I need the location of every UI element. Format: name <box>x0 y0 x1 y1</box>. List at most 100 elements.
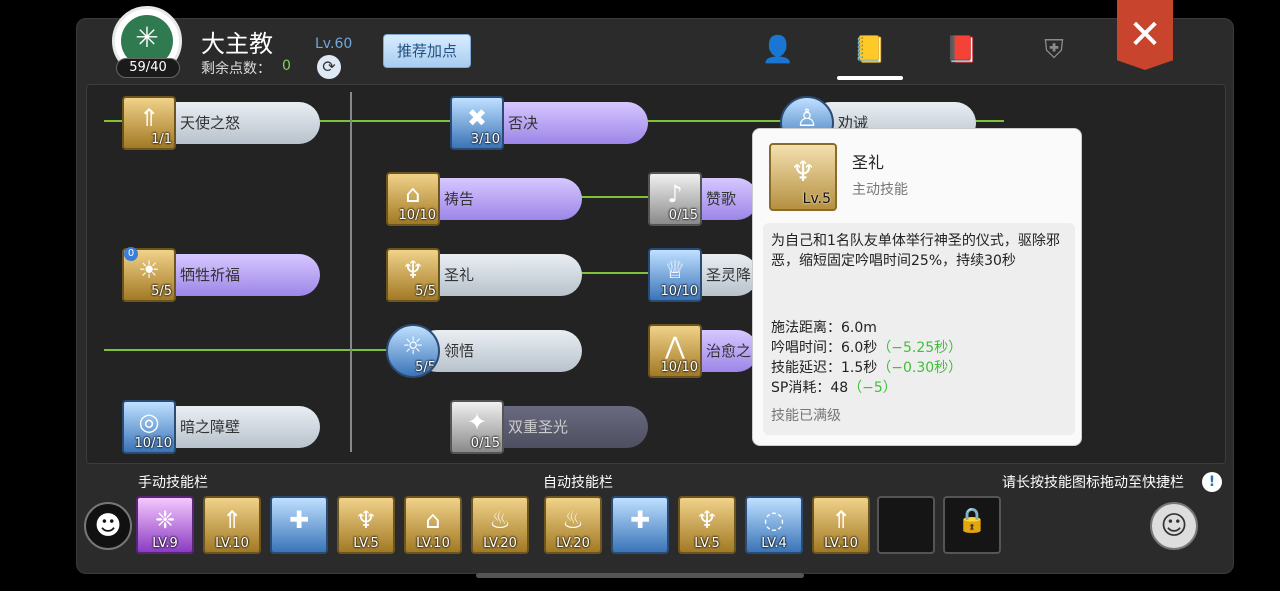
manual-cat-icon[interactable]: ☻ <box>84 502 132 550</box>
skill-count: 0/15 <box>668 208 698 223</box>
sacrament-icon: ♆ <box>402 256 424 284</box>
halo-icon: ◌ <box>763 506 785 534</box>
skill-count: 0/15 <box>470 436 500 451</box>
emblem-icon: ✳ <box>135 21 159 54</box>
skill-label: 牺牲祈福 <box>152 254 320 296</box>
skill-node[interactable]: 祷告 ⌂ 10/10 <box>386 172 586 226</box>
skill-node[interactable]: 牺牲祈福 ☀ 5/5 <box>122 248 322 302</box>
sacrament-icon: ♆ <box>355 506 377 534</box>
skill-count: 5/5 <box>415 360 436 375</box>
sacrament-icon: ♆ <box>790 155 816 188</box>
auto-slot[interactable]: ⇑ LV.10 <box>812 496 870 554</box>
skill-node[interactable]: 圣礼 ♆ 5/5 <box>386 248 586 302</box>
skill-count: 3/10 <box>470 132 500 147</box>
wings-icon: ❈ <box>154 506 176 534</box>
double-holy-light-icon: ✦ <box>466 408 488 436</box>
tooltip-skill-name: 圣礼 <box>852 153 885 172</box>
skill-count: 10/10 <box>398 208 436 223</box>
skill-count: 5/5 <box>151 284 172 299</box>
skill-node[interactable]: 天使之怒 ⇑ 1/1 <box>122 96 322 150</box>
holy-cross-icon: ✚ <box>288 506 310 534</box>
scrollbar[interactable] <box>476 573 804 578</box>
tooltip-skill-level: Lv.5 <box>802 191 831 207</box>
active-tab-indicator <box>837 76 903 80</box>
tooltip-skill-icon: ♆ Lv.5 <box>769 143 837 211</box>
tree-divider <box>350 92 352 452</box>
holy-descent-icon: ♕ <box>664 256 686 284</box>
skill-badge: 0 <box>124 247 138 261</box>
prayer-icon: ⌂ <box>405 180 421 208</box>
empty-slot[interactable] <box>877 496 935 554</box>
angel-wrath-icon: ⇑ <box>221 506 243 534</box>
auto-slot[interactable]: ♆ LV.5 <box>678 496 736 554</box>
manual-slot[interactable]: ⇑ LV.10 <box>203 496 261 554</box>
skill-count: 10/10 <box>134 436 172 451</box>
manual-slot[interactable]: ♆ LV.5 <box>337 496 395 554</box>
sacrament-icon: ♆ <box>696 506 718 534</box>
drag-hint-text: 请长按技能图标拖动至快捷栏 <box>1002 475 1184 491</box>
skill-node[interactable]: 双重圣光 ✦ 0/15 <box>450 400 650 454</box>
skill-tooltip: ♆ Lv.5 圣礼 主动技能 为自己和1名队友单体举行神圣的仪式，驱除邪恶，缩短… <box>752 128 1082 446</box>
tooltip-stat: 施法距离：6.0m <box>771 320 877 336</box>
skill-label: 祷告 <box>416 178 582 220</box>
manual-slot[interactable]: ✚ <box>270 496 328 554</box>
lock-icon: 🔒 <box>957 506 987 534</box>
recommend-points-button[interactable]: 推荐加点 <box>383 34 471 68</box>
flame-icon: ♨ <box>562 506 584 534</box>
skill-node[interactable]: 赞歌 ♪ 0/15 <box>648 172 758 226</box>
skill-label: 天使之怒 <box>152 102 320 144</box>
skill-node[interactable]: 领悟 ☼ 5/5 <box>386 324 586 378</box>
skill-node[interactable]: 否决 ✖ 3/10 <box>450 96 650 150</box>
auto-bar-label: 自动技能栏 <box>543 475 613 491</box>
cancel-icon: ✖ <box>466 104 488 132</box>
remaining-points-label: 剩余点数： <box>201 61 271 77</box>
auto-cat-icon[interactable]: ☺ <box>1150 502 1198 550</box>
close-button[interactable]: ✕ <box>1117 0 1173 70</box>
character-tab-icon[interactable]: 👤 <box>758 30 798 70</box>
info-icon[interactable]: ! <box>1202 472 1222 492</box>
angel-wrath-icon: ⇑ <box>138 104 160 132</box>
auto-slot[interactable]: ◌ LV.4 <box>745 496 803 554</box>
remaining-points-value: 0 <box>282 58 291 74</box>
skill-count: 10/10 <box>660 284 698 299</box>
manual-slot[interactable]: ❈ LV.9 <box>136 496 194 554</box>
skill-node[interactable]: 暗之障壁 ◎ 10/10 <box>122 400 322 454</box>
tooltip-body: 为自己和1名队友单体举行神圣的仪式，驱除邪恶，缩短固定吟唱时间25%，持续30秒… <box>763 223 1075 435</box>
skill-node[interactable]: 治愈之 ⋀ 10/10 <box>648 324 758 378</box>
manual-slot[interactable]: ⌂ LV.10 <box>404 496 462 554</box>
tooltip-maxed-note: 技能已满级 <box>771 408 841 424</box>
prayer-icon: ⌂ <box>425 506 441 534</box>
auto-slot[interactable]: ✚ <box>611 496 669 554</box>
skill-count: 10/10 <box>660 360 698 375</box>
tooltip-skill-type: 主动技能 <box>852 182 908 198</box>
book-tab-icon[interactable]: 📕 <box>942 30 982 70</box>
guild-tab-icon[interactable]: ⛨ <box>1034 30 1074 70</box>
reset-points-button[interactable]: ⟳ <box>317 55 341 79</box>
skill-node[interactable]: 圣灵降 ♕ 10/10 <box>648 248 758 302</box>
manual-slot[interactable]: ♨ LV.20 <box>471 496 529 554</box>
skill-label: 圣礼 <box>416 254 582 296</box>
skill-tab-icon[interactable]: 📒 <box>850 30 890 70</box>
skill-label: 领悟 <box>416 330 582 372</box>
job-title: 大主教 <box>201 30 273 58</box>
dark-barrier-icon: ◎ <box>138 408 160 436</box>
locked-slot[interactable]: 🔒 <box>943 496 1001 554</box>
insight-icon: ☼ <box>402 332 424 360</box>
auto-slot[interactable]: ♨ LV.20 <box>544 496 602 554</box>
manual-bar-label: 手动技能栏 <box>138 475 208 491</box>
hymn-icon: ♪ <box>667 180 683 208</box>
skill-label: 双重圣光 <box>480 406 648 448</box>
angel-wrath-icon: ⇑ <box>830 506 852 534</box>
holy-cross-icon: ✚ <box>629 506 651 534</box>
tooltip-stat: 技能延迟：1.5秒（−0.30秒） <box>771 360 963 376</box>
job-level: Lv.60 <box>315 36 353 52</box>
tree-connector <box>104 349 404 351</box>
skill-count: 1/1 <box>151 132 172 147</box>
tooltip-stat: 吟唱时间：6.0秒（−5.25秒） <box>771 340 963 356</box>
tooltip-stat: SP消耗：48（−5） <box>771 380 897 396</box>
tooltip-description: 为自己和1名队友单体举行神圣的仪式，驱除邪恶，缩短固定吟唱时间25%，持续30秒 <box>771 233 1060 269</box>
skill-count: 5/5 <box>415 284 436 299</box>
flame-icon: ♨ <box>489 506 511 534</box>
healing-light-icon: ⋀ <box>665 332 685 360</box>
skill-label: 暗之障壁 <box>152 406 320 448</box>
